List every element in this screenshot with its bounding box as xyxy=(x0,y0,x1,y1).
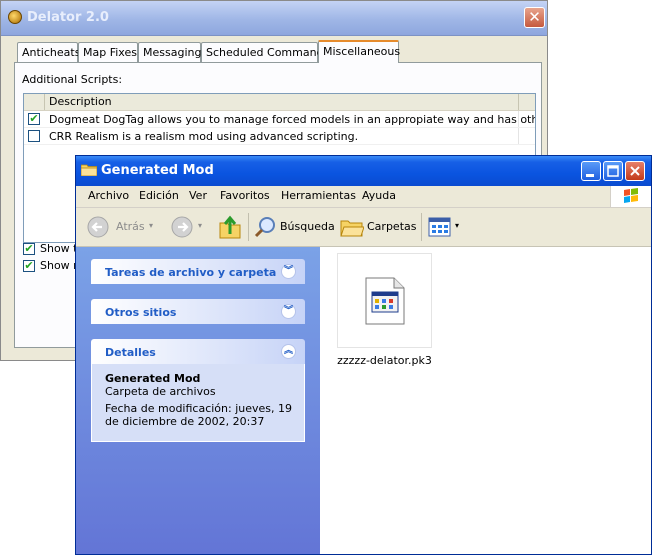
up-folder-button[interactable] xyxy=(218,214,244,240)
forward-arrow-icon xyxy=(171,216,193,238)
details-body: Generated Mod Carpeta de archivos Fecha … xyxy=(91,364,305,442)
tab-label: Miscellaneous xyxy=(323,45,401,58)
search-label: Búsqueda xyxy=(280,220,335,233)
script-checkbox[interactable] xyxy=(28,130,40,142)
generic-file-icon xyxy=(365,277,405,325)
task-group-title: Detalles xyxy=(105,346,156,359)
file-view[interactable]: zzzzz-delator.pk3 xyxy=(320,247,651,554)
additional-scripts-label: Additional Scripts: xyxy=(22,73,123,86)
maximize-icon xyxy=(607,165,619,177)
explorer-titlebar[interactable]: Generated Mod xyxy=(76,156,651,186)
checkmark-icon: ✔ xyxy=(24,242,34,255)
script-row-crr-realism[interactable]: CRR Realism is a realism mod using advan… xyxy=(24,128,535,145)
toolbar: Atrás ▾ ▾ Búsqueda Carpetas ▾ xyxy=(76,208,651,247)
task-group-title: Tareas de archivo y carpeta xyxy=(105,266,277,279)
menu-favoritos[interactable]: Favoritos xyxy=(220,189,270,202)
minimize-button[interactable] xyxy=(581,161,601,181)
task-group-header[interactable]: Detalles ︽ xyxy=(91,339,305,364)
search-button[interactable]: Búsqueda xyxy=(253,215,335,239)
checkmark-icon: ✔ xyxy=(29,112,39,125)
views-button[interactable]: ▾ xyxy=(428,215,464,239)
toolbar-separator xyxy=(248,213,249,241)
close-icon: ✕ xyxy=(528,8,541,26)
column-divider xyxy=(518,111,519,128)
tab-label: Anticheats xyxy=(22,46,81,59)
collapse-chevron-icon[interactable]: ︽ xyxy=(281,344,296,359)
delator-titlebar[interactable]: Delator 2.0 ✕ xyxy=(1,1,547,36)
forward-dropdown-icon[interactable]: ▾ xyxy=(198,221,202,230)
task-group-file-folder: Tareas de archivo y carpeta ︾ xyxy=(91,259,305,284)
option-checkbox[interactable]: ✔ xyxy=(23,243,35,255)
maximize-button[interactable] xyxy=(603,161,623,181)
list-header-check-column[interactable] xyxy=(24,94,45,110)
script-description: CRR Realism is a realism mod using advan… xyxy=(49,130,359,143)
script-checkbox[interactable]: ✔ xyxy=(28,113,40,125)
task-group-other-places: Otros sitios ︾ xyxy=(91,299,305,324)
details-modified: Fecha de modificación: jueves, 19 de dic… xyxy=(105,402,292,428)
explorer-window-title: Generated Mod xyxy=(101,163,214,178)
explorer-window: Generated Mod Archivo Edición Ver Favori… xyxy=(75,155,652,555)
views-icon xyxy=(428,217,451,237)
column-divider xyxy=(518,128,519,145)
up-folder-icon xyxy=(219,215,241,239)
back-dropdown-icon[interactable]: ▾ xyxy=(149,221,153,230)
option-checkbox[interactable]: ✔ xyxy=(23,260,35,272)
tab-messaging[interactable]: Messaging xyxy=(138,42,201,62)
folder-icon xyxy=(81,164,97,176)
delator-app-icon xyxy=(8,10,22,24)
checkmark-icon: ✔ xyxy=(24,259,34,272)
task-group-title: Otros sitios xyxy=(105,306,177,319)
tab-miscellaneous[interactable]: Miscellaneous xyxy=(318,40,401,63)
search-icon xyxy=(254,217,275,238)
details-name: Generated Mod xyxy=(105,372,201,385)
file-name: zzzzz-delator.pk3 xyxy=(337,354,432,367)
tab-label: Scheduled Commands xyxy=(206,46,330,59)
task-pane: Tareas de archivo y carpeta ︾ Otros siti… xyxy=(76,247,320,554)
details-type: Carpeta de archivos xyxy=(105,385,216,398)
windows-flag-icon xyxy=(624,188,638,203)
views-dropdown-icon[interactable]: ▾ xyxy=(455,221,459,230)
list-header-description[interactable]: Description xyxy=(49,95,112,108)
minimize-icon xyxy=(586,174,594,177)
script-description: Dogmeat DogTag allows you to manage forc… xyxy=(49,113,535,126)
windows-logo xyxy=(610,186,651,207)
menu-bar: Archivo Edición Ver Favoritos Herramient… xyxy=(76,186,651,208)
delator-close-button[interactable]: ✕ xyxy=(524,7,545,28)
menu-edicion[interactable]: Edición xyxy=(139,189,179,202)
tab-label: Map Fixes xyxy=(83,46,137,59)
menu-ayuda[interactable]: Ayuda xyxy=(362,189,396,202)
expand-chevron-icon[interactable]: ︾ xyxy=(281,264,296,279)
back-label: Atrás xyxy=(116,220,145,233)
menu-ver[interactable]: Ver xyxy=(189,189,207,202)
expand-chevron-icon[interactable]: ︾ xyxy=(281,304,296,319)
menu-archivo[interactable]: Archivo xyxy=(88,189,129,202)
folders-icon xyxy=(340,220,364,237)
back-button[interactable]: Atrás ▾ xyxy=(86,215,160,239)
delator-window-title: Delator 2.0 xyxy=(27,10,109,25)
menu-herramientas[interactable]: Herramientas xyxy=(281,189,356,202)
forward-button[interactable]: ▾ xyxy=(170,215,210,239)
back-arrow-icon xyxy=(87,216,109,238)
folders-button[interactable]: Carpetas xyxy=(340,215,417,239)
tab-scheduled-commands[interactable]: Scheduled Commands xyxy=(201,42,329,62)
toolbar-separator xyxy=(421,213,422,241)
list-header-divider xyxy=(518,94,519,110)
tab-anticheats[interactable]: Anticheats xyxy=(17,42,81,62)
row-divider xyxy=(24,144,535,145)
list-header: Description xyxy=(24,94,535,111)
tab-map-fixes[interactable]: Map Fixes xyxy=(78,42,138,62)
task-group-details: Detalles ︽ Generated Mod Carpeta de arch… xyxy=(91,339,305,442)
file-thumbnail[interactable] xyxy=(337,253,432,348)
script-row-dogtag[interactable]: ✔ Dogmeat DogTag allows you to manage fo… xyxy=(24,111,535,128)
close-icon xyxy=(630,166,640,176)
task-group-header[interactable]: Tareas de archivo y carpeta ︾ xyxy=(91,259,305,284)
folders-label: Carpetas xyxy=(367,220,417,233)
tab-label: Messaging xyxy=(143,46,202,59)
file-item[interactable]: zzzzz-delator.pk3 xyxy=(320,247,449,377)
task-group-header[interactable]: Otros sitios ︾ xyxy=(91,299,305,324)
close-button[interactable] xyxy=(625,161,645,181)
